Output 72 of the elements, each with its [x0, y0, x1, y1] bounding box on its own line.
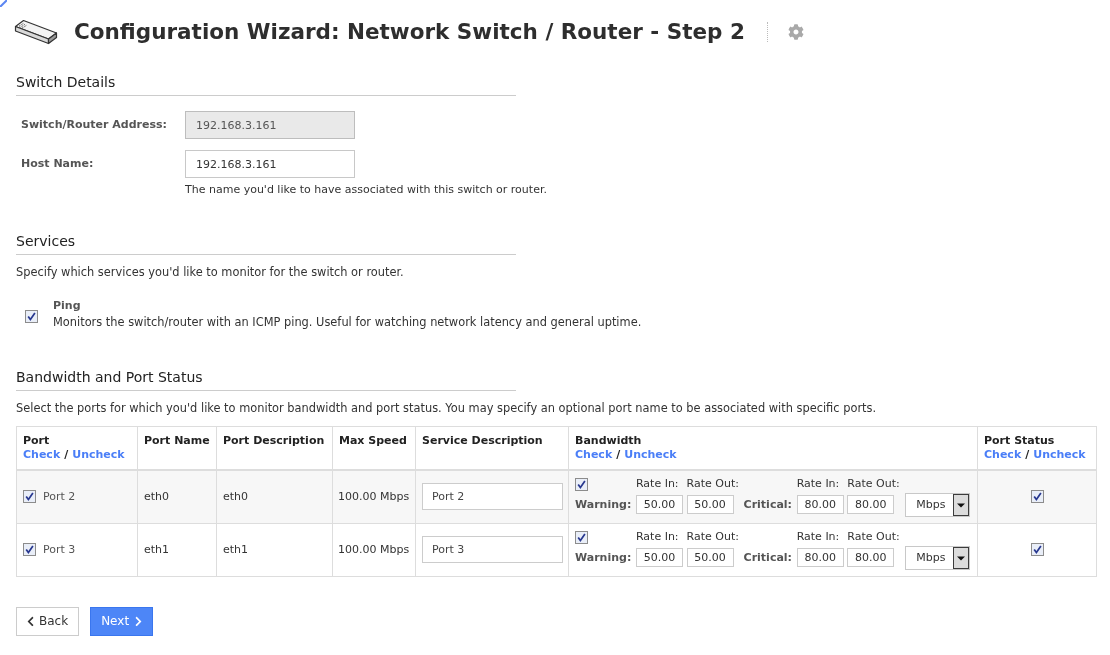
section-heading: Switch Details — [16, 73, 116, 91]
column-header: Bandwidth — [575, 434, 642, 448]
table-cell: eth1 — [216, 523, 333, 576]
link-separator: / — [1025, 448, 1030, 462]
table-cell: eth0 — [216, 470, 333, 523]
corner-mark-icon — [0, 0, 7, 7]
checkbox[interactable] — [23, 490, 36, 504]
service-description-field[interactable]: Port 3 — [422, 536, 563, 563]
column-header: Port — [23, 434, 50, 448]
rate-in-label: Rate In: — [635, 476, 679, 491]
section-description: Specify which services you'd like to monitor for the switch or router. — [16, 265, 404, 279]
uncheck-all-link[interactable]: Uncheck — [624, 448, 677, 462]
service-name: Ping — [53, 299, 81, 313]
uncheck-all-link[interactable]: Uncheck — [1033, 448, 1086, 462]
chevron-left-icon — [27, 615, 34, 627]
table-cell: eth1 — [137, 523, 217, 576]
unit-select[interactable]: Mbps — [905, 545, 971, 570]
warning-label: Warning: — [575, 550, 632, 565]
checkbox[interactable] — [575, 477, 588, 491]
checkbox[interactable] — [1030, 490, 1044, 504]
warning-label: Warning: — [575, 497, 632, 512]
rate-field[interactable]: 50.00 — [635, 548, 683, 567]
check-all-link[interactable]: Check — [575, 448, 613, 462]
rate-in-label: Rate In: — [635, 529, 679, 544]
field-label: Switch/Router Address: — [21, 118, 167, 131]
table-cell: eth0 — [137, 470, 217, 523]
rate-field[interactable]: 50.00 — [686, 548, 734, 567]
section-description: Select the ports for which you'd like to monitor bandwidth and port status. You may specify an optional port name to be associated with specific ports. — [16, 401, 877, 415]
column-header: Max Speed — [339, 434, 407, 448]
critical-label: Critical: — [743, 550, 793, 565]
critical-label: Critical: — [743, 497, 793, 512]
column-header: Port Name — [144, 434, 210, 448]
table-cell: 100.00 Mbps — [332, 470, 416, 523]
checkbox[interactable] — [575, 530, 588, 544]
column-header: Service Description — [422, 434, 543, 448]
field-label: Host Name: — [21, 157, 94, 170]
section-heading: Bandwidth and Port Status — [16, 368, 203, 386]
service-description: Monitors the switch/router with an ICMP ping. Useful for watching network latency and general uptime. — [53, 315, 642, 329]
column-header: Port Status — [984, 434, 1055, 448]
check-all-link[interactable]: Check — [23, 448, 61, 462]
rate-out-label: Rate Out: — [686, 529, 739, 544]
rate-field[interactable]: 50.00 — [686, 495, 734, 515]
rate-in-label: Rate In: — [796, 529, 840, 544]
check-all-link[interactable]: Check — [984, 448, 1022, 462]
column-header: Port Description — [223, 434, 325, 448]
rate-out-label: Rate Out: — [847, 476, 900, 491]
rate-out-label: Rate Out: — [847, 529, 900, 544]
port-label: Port 3 — [43, 542, 76, 557]
table-cell: 100.00 Mbps — [332, 523, 416, 576]
page-title: Configuration Wizard: Network Switch / Router - Step 2 — [74, 18, 745, 46]
link-separator: / — [64, 448, 69, 462]
rate-field[interactable]: 80.00 — [796, 548, 844, 567]
help-text: The name you'd like to have associated with this switch or router. — [185, 183, 547, 197]
rate-in-label: Rate In: — [796, 476, 840, 491]
checkbox[interactable] — [1030, 543, 1044, 556]
rate-field[interactable]: 80.00 — [847, 548, 895, 567]
service-description-field[interactable]: Port 2 — [422, 483, 563, 511]
rate-field[interactable]: 80.00 — [847, 495, 895, 515]
link-separator: / — [616, 448, 621, 462]
network-switch-icon — [14, 19, 58, 45]
text-field[interactable]: 192.168.3.161 — [185, 150, 355, 178]
rate-out-label: Rate Out: — [686, 476, 739, 491]
rate-field[interactable]: 50.00 — [635, 495, 683, 515]
uncheck-all-link[interactable]: Uncheck — [72, 448, 125, 462]
section-heading: Services — [16, 232, 76, 250]
checkbox[interactable] — [25, 310, 38, 323]
checkbox[interactable] — [23, 543, 36, 556]
back-button[interactable]: Back — [16, 606, 80, 636]
rate-field[interactable]: 80.00 — [796, 495, 844, 515]
unit-select[interactable]: Mbps — [905, 492, 971, 517]
port-label: Port 2 — [43, 489, 76, 504]
chevron-right-icon — [135, 615, 143, 627]
